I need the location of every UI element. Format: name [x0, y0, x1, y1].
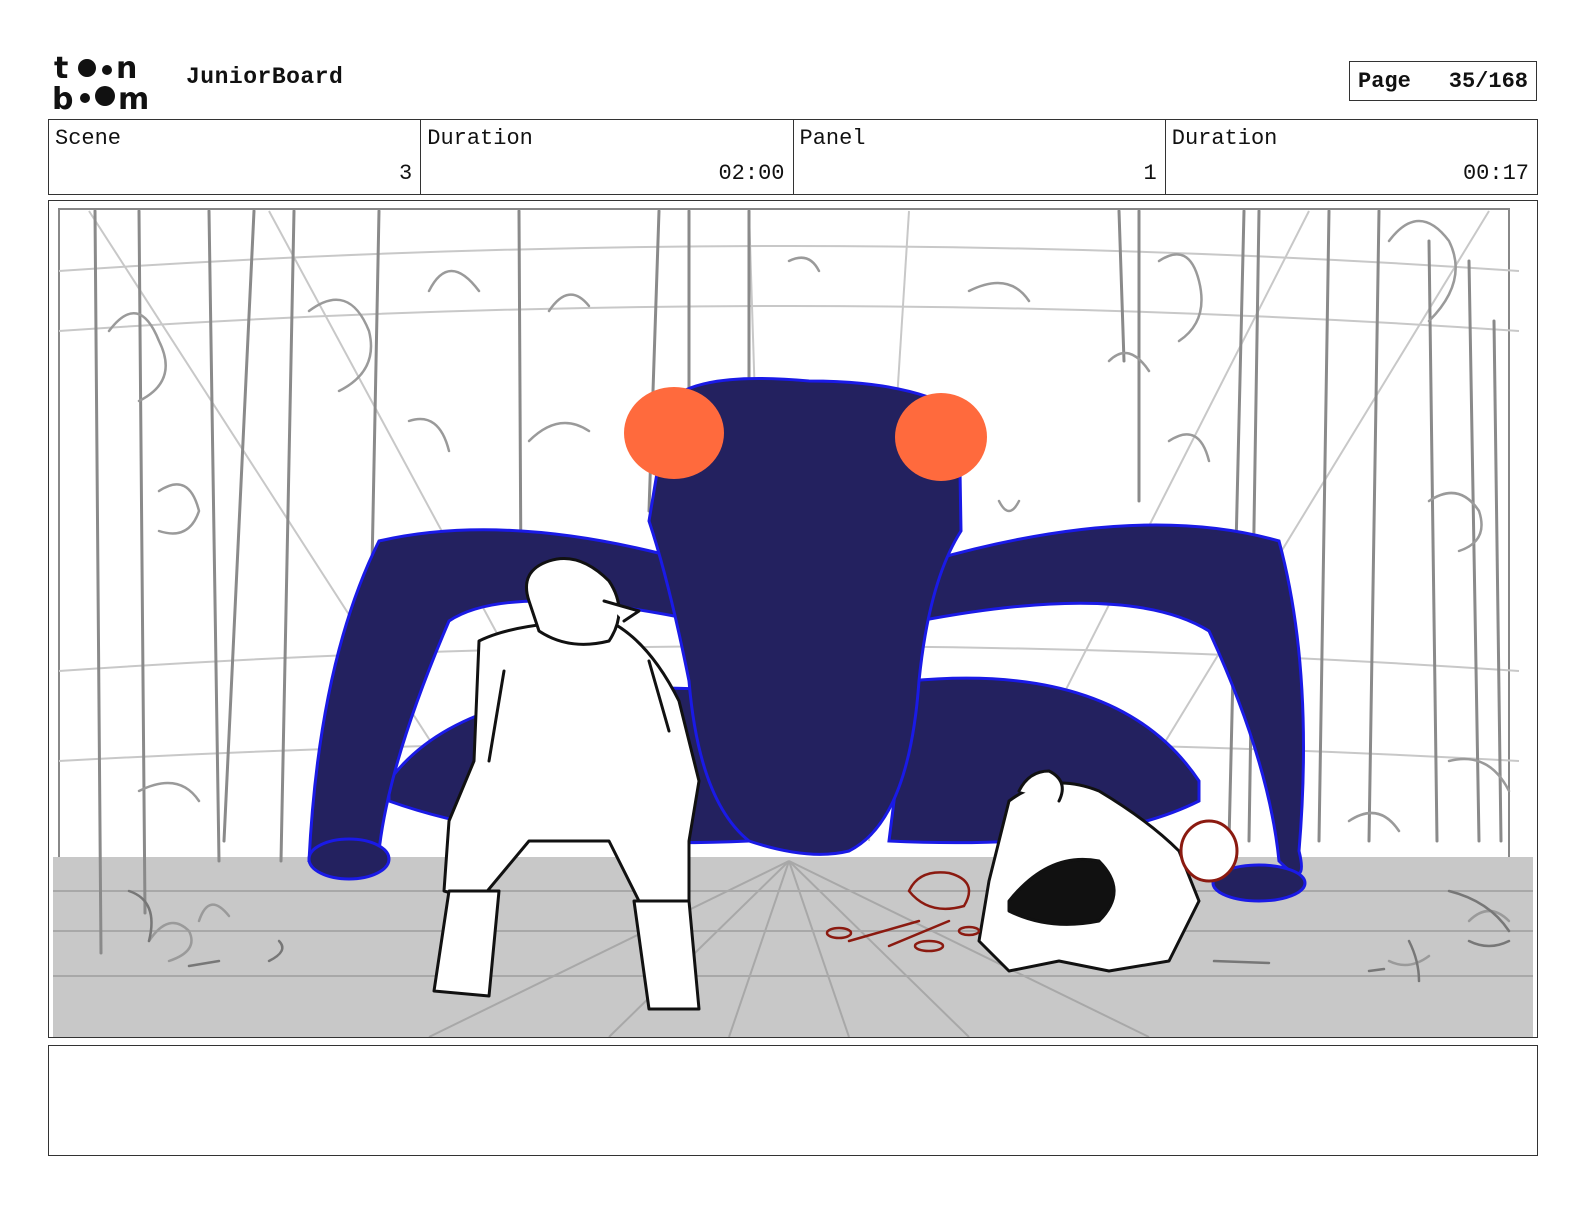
fallen-character-head	[1179, 819, 1239, 883]
svg-text:b: b	[52, 82, 73, 112]
toonboom-logo: t n b m	[52, 51, 164, 117]
panel-drawing	[49, 201, 1537, 1037]
panel-value: 1	[1143, 161, 1157, 186]
creature-eye-left	[624, 387, 724, 479]
ground	[53, 857, 1533, 1037]
scene-duration-cell: Duration 02:00	[421, 120, 794, 194]
panel-notes	[48, 1045, 1538, 1156]
scene-value: 3	[399, 161, 413, 186]
panel-duration-label: Duration	[1171, 126, 1278, 151]
scene-duration-value: 02:00	[718, 161, 785, 186]
page-value: 35/168	[1448, 68, 1528, 94]
page-indicator: Page 35/168	[1349, 61, 1537, 101]
scene-label: Scene	[55, 126, 122, 151]
app-name: JuniorBoard	[186, 64, 344, 90]
page-label: Page	[1358, 68, 1411, 94]
creature-eye-right	[895, 393, 987, 481]
svg-text:n: n	[116, 52, 137, 86]
panel-duration-cell: Duration 00:17	[1166, 120, 1537, 194]
svg-text:t: t	[54, 52, 68, 86]
storyboard-panel	[48, 200, 1538, 1038]
panel-duration-value: 00:17	[1462, 161, 1529, 186]
scene-duration-label: Duration	[427, 126, 533, 151]
scene-info-table: Scene 3 Duration 02:00 Panel 1 Duration …	[48, 119, 1538, 195]
panel-label: Panel	[799, 126, 866, 151]
scene-cell: Scene 3	[49, 120, 422, 194]
svg-text:m: m	[118, 82, 149, 112]
panel-cell: Panel 1	[794, 120, 1166, 194]
